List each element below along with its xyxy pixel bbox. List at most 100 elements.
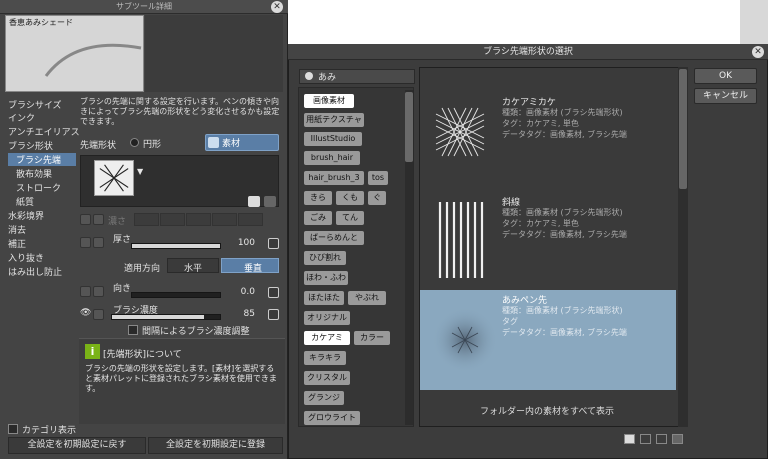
tag-search-value: あみ	[318, 73, 337, 83]
thickness-value[interactable]: 100	[225, 238, 255, 248]
material-list-scrollbar-thumb[interactable]	[679, 69, 687, 189]
tag-yabure[interactable]: やぶれ	[348, 291, 386, 305]
tag-hair-brush-3[interactable]: hair_brush_3	[304, 171, 364, 185]
brush-preview: 香恵あみシェード	[5, 15, 144, 92]
chevron-down-icon[interactable]: ▼	[137, 167, 143, 176]
toggle-thickness[interactable]	[80, 237, 91, 248]
brush-density-slider-fill	[112, 315, 204, 319]
tag-paper-texture[interactable]: 用紙テクスチャ	[304, 113, 364, 127]
register-all-button[interactable]: 全設定を初期設定に登録	[148, 437, 283, 454]
thickness-slider[interactable]	[131, 243, 221, 249]
add-tip-icon[interactable]	[248, 196, 260, 207]
shasen-thumbnail-icon	[438, 202, 484, 278]
delete-tip-icon[interactable]	[264, 196, 276, 207]
kakeami-thumbnail-icon	[435, 107, 485, 157]
tag-crack[interactable]: ひび割れ	[304, 251, 346, 265]
amipen-thumbnail-icon	[432, 307, 498, 373]
material-item-name: あみペン先	[502, 296, 548, 306]
small-grid-icon[interactable]	[656, 434, 667, 444]
tag-brush-hair[interactable]: brush_hair	[304, 151, 360, 165]
toggle-direction[interactable]	[80, 286, 91, 297]
dialog-close-icon[interactable]: ✕	[752, 46, 764, 58]
brush-density-value[interactable]: 85	[225, 309, 255, 319]
material-item-tags: タグ：カケアミ, 単色	[502, 219, 579, 228]
tag-kira[interactable]: きら	[304, 191, 332, 205]
category-overflow-prevent[interactable]: はみ出し防止	[8, 265, 62, 278]
vertical-button-label: 垂直	[244, 264, 263, 274]
tag-kakeami[interactable]: カケアミ	[304, 331, 350, 345]
direction-slider[interactable]	[131, 292, 221, 298]
material-item-type: 種類：画像素材 (ブラシ先端形状)	[502, 306, 623, 315]
tag-kumo[interactable]: くも	[336, 191, 364, 205]
tag-original[interactable]: オリジナル	[304, 311, 350, 325]
visibility-eye-icon[interactable]: 👁	[80, 308, 91, 318]
show-all-in-folder[interactable]: フォルダー内の素材をすべて表示	[419, 404, 675, 417]
circle-radio[interactable]	[130, 138, 139, 147]
tag-grunge[interactable]: グランジ	[304, 391, 344, 405]
tag-image-material[interactable]: 画像素材	[304, 94, 354, 108]
tag-ten[interactable]: てん	[336, 211, 364, 225]
subtool-detail-title: サブツール詳細	[0, 0, 288, 14]
density-seg-5	[238, 213, 263, 226]
category-paper[interactable]: 紙質	[16, 195, 34, 208]
material-item-type: 種類：画像素材 (ブラシ先端形状)	[502, 208, 623, 217]
brush-density-pressure-icon[interactable]	[268, 309, 279, 320]
canvas-strip	[740, 0, 768, 44]
category-brush-size[interactable]: ブラシサイズ	[8, 98, 62, 111]
expand-thickness[interactable]	[93, 237, 104, 248]
brush-density-slider[interactable]	[111, 314, 221, 320]
canvas-area	[288, 0, 768, 44]
list-view-icon[interactable]	[672, 434, 683, 444]
category-stroke[interactable]: ストローク	[16, 181, 61, 194]
tip-thumbnail[interactable]	[94, 160, 134, 196]
tag-gomi[interactable]: ごみ	[304, 211, 332, 225]
tag-illuststudio[interactable]: IllustStudio	[304, 132, 362, 146]
tag-glowlight[interactable]: グロウライト	[304, 411, 360, 425]
material-item-name: カケアミカケ	[502, 98, 556, 108]
material-icon	[208, 137, 219, 148]
category-ink[interactable]: インク	[8, 111, 35, 124]
direction-label: 向き	[113, 284, 132, 294]
tag-kirakira[interactable]: キラキラ	[304, 351, 346, 365]
tag-gu[interactable]: ぐ	[368, 191, 386, 205]
tag-parament[interactable]: ばーらめんと	[304, 231, 364, 245]
category-taper[interactable]: 入り抜き	[8, 251, 44, 264]
category-display-checkbox[interactable]	[8, 424, 18, 434]
expand-disabled[interactable]	[93, 214, 104, 225]
expand-direction[interactable]	[93, 286, 104, 297]
tip-shape-label: 先端形状	[80, 141, 117, 151]
tag-color[interactable]: カラー	[354, 331, 390, 345]
thickness-pressure-icon[interactable]	[268, 238, 279, 249]
category-brush-tip[interactable]: ブラシ先端	[8, 153, 76, 166]
check-view-icon[interactable]	[624, 434, 635, 444]
search-icon	[305, 72, 313, 80]
category-watercolor-edge[interactable]: 水彩境界	[8, 209, 44, 222]
interval-density-label: 間隔によるブラシ濃度調整	[142, 327, 250, 337]
ok-button-label: OK	[719, 71, 732, 81]
cancel-button[interactable]: キャンセル	[694, 88, 757, 104]
tag-search-box[interactable]	[299, 69, 415, 84]
expand-brush-density[interactable]	[93, 309, 104, 320]
category-antialias[interactable]: アンチエイリアス	[8, 125, 80, 138]
material-item-tags: タグ	[502, 317, 518, 326]
large-grid-icon[interactable]	[640, 434, 651, 444]
tag-crystal[interactable]: クリスタル	[304, 371, 350, 385]
direction-pressure-icon[interactable]	[268, 287, 279, 298]
category-spray[interactable]: 散布効果	[16, 167, 52, 180]
density-seg-1	[134, 213, 159, 226]
tag-scrollbar-thumb[interactable]	[405, 92, 413, 162]
tag-potapota[interactable]: ほたほた	[304, 291, 344, 305]
close-icon[interactable]: ✕	[271, 1, 283, 13]
tag-fuwa[interactable]: ほわ・ふわ	[304, 271, 348, 285]
category-correction[interactable]: 補正	[8, 237, 26, 250]
direction-value[interactable]: 0.0	[225, 287, 255, 297]
apply-direction-label: 適用方向	[124, 264, 161, 274]
interval-density-checkbox[interactable]	[128, 325, 138, 335]
info-text: ブラシの先端の形状を設定します。[素材]を選択すると素材パレットに登録されたブラ…	[85, 364, 277, 393]
toggle-disabled[interactable]	[80, 214, 91, 225]
category-brush-shape[interactable]: ブラシ形状	[8, 139, 53, 152]
ok-button[interactable]: OK	[694, 68, 757, 84]
tag-tos[interactable]: tos	[368, 171, 388, 185]
category-erase[interactable]: 消去	[8, 223, 26, 236]
reset-all-button[interactable]: 全設定を初期設定に戻す	[8, 437, 146, 454]
